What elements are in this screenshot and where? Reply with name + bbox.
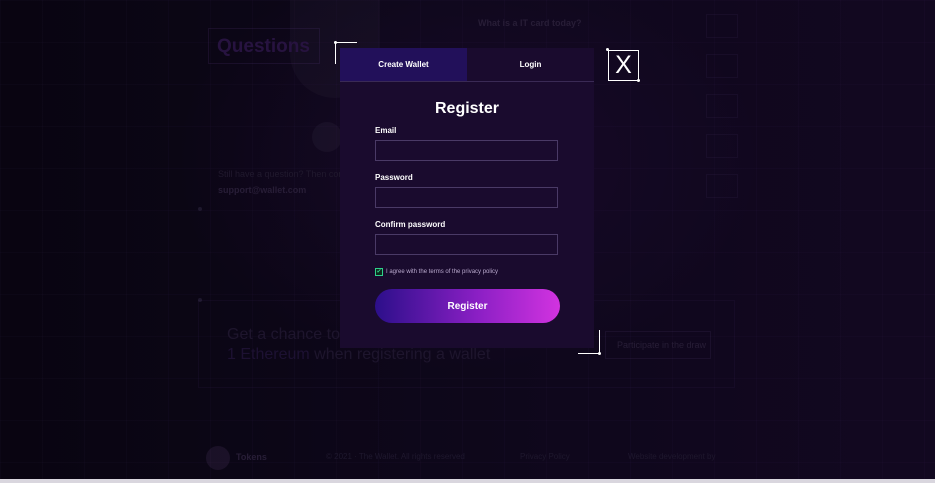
close-icon: X: [615, 51, 632, 79]
confirm-password-field[interactable]: [375, 234, 558, 255]
corner-dot: [606, 48, 609, 51]
confirm-password-label: Confirm password: [375, 220, 446, 229]
password-field[interactable]: [375, 187, 558, 208]
register-button[interactable]: Register: [375, 289, 560, 323]
corner-dot: [637, 79, 640, 82]
modal-title: Register: [434, 100, 500, 117]
corner-decoration-bottom-right: [599, 330, 600, 354]
check-icon: ✔: [376, 269, 382, 275]
tab-login[interactable]: Login: [467, 48, 594, 81]
modal-tabs: Create Wallet Login: [340, 48, 594, 82]
password-label: Password: [375, 173, 413, 182]
register-modal: Create Wallet Login Register Email Passw…: [340, 48, 594, 348]
tab-create-wallet[interactable]: Create Wallet: [340, 48, 467, 81]
agree-row: ✔ I agree with the terms of the privacy …: [375, 268, 498, 276]
email-label: Email: [375, 126, 397, 135]
corner-dot: [334, 41, 337, 44]
corner-dot: [598, 352, 601, 355]
agree-text: I agree with the terms of the privacy po…: [386, 269, 499, 275]
bottom-scrollbar[interactable]: [0, 479, 935, 483]
agree-checkbox[interactable]: ✔: [375, 268, 383, 276]
corner-decoration-top-left: [335, 42, 336, 64]
corner-decoration-bottom-right: [578, 353, 600, 354]
close-button[interactable]: X: [608, 50, 639, 81]
email-field[interactable]: [375, 140, 558, 161]
corner-decoration-top-left: [335, 42, 357, 43]
